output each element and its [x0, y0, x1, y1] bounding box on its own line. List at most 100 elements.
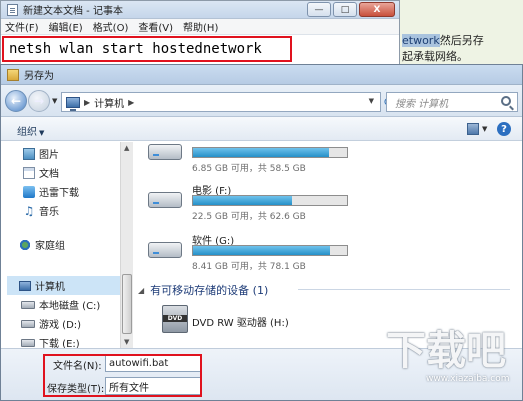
search-icon[interactable]: [501, 96, 511, 106]
drive-icon: [148, 144, 182, 160]
help-icon[interactable]: ?: [497, 122, 511, 136]
drive-item-g[interactable]: 软件 (G:) 8.41 GB 可用，共 78.1 GB: [148, 232, 388, 272]
notepad-titlebar[interactable]: 新建文本文档 - 记事本 — □ X: [1, 1, 399, 19]
computer-icon: [19, 280, 31, 291]
drive-icon: [21, 338, 35, 347]
documents-icon: [23, 166, 35, 179]
organize-button[interactable]: 组织 ▼: [17, 123, 44, 138]
navigation-scrollbar[interactable]: ▲ ▼: [120, 142, 133, 348]
breadcrumb-chevron-icon[interactable]: ▶: [128, 98, 134, 107]
nav-item-label: 计算机: [35, 282, 65, 293]
watermark-glyph: 下: [386, 327, 426, 374]
dvd-drive-name[interactable]: DVD RW 驱动器 (H:): [192, 314, 289, 329]
menu-view[interactable]: 查看(V): [138, 19, 173, 34]
dialog-titlebar[interactable]: 另存为: [1, 65, 522, 85]
watermark-url: www.xiazaiba.com: [426, 374, 510, 384]
section-divider: [298, 289, 518, 290]
drive-usage-bar: [192, 147, 348, 158]
nav-item-label: 图片: [39, 150, 59, 161]
search-placeholder: 搜索 计算机: [395, 98, 449, 110]
nav-item-pictures[interactable]: 图片: [23, 146, 59, 161]
nav-item-label: 游戏 (D:): [39, 320, 82, 331]
drive-icon: [148, 192, 182, 208]
site-watermark-logo: 下 载 吧 www.xiazaiba.com: [386, 318, 516, 394]
navigation-pane: 图片 文档 迅雷下载 ♫ 音乐 家庭组 计算机 本地磁盘 (C:) 游戏 (D:: [1, 142, 133, 348]
nav-item-label: 家庭组: [35, 241, 65, 252]
drive-usage-fill: [193, 196, 292, 205]
drive-icon: [21, 319, 35, 328]
music-icon: ♫: [23, 203, 35, 218]
breadcrumb-chevron-icon[interactable]: ▶: [84, 98, 90, 107]
scroll-up-icon[interactable]: ▲: [124, 144, 129, 152]
nav-item-music[interactable]: ♫ 音乐: [23, 203, 59, 219]
article-highlight: etwork: [402, 34, 440, 47]
drive-usage-bar: [192, 245, 348, 256]
watermark-glyph: 载: [426, 327, 466, 374]
notepad-window-buttons: — □ X: [307, 2, 395, 17]
organize-dropdown-icon: ▼: [39, 129, 45, 137]
address-bar-row: ← → ▼ ▶ 计算机 ▶ ▼ ⟳ 搜索 计算机: [1, 85, 522, 117]
menu-help[interactable]: 帮助(H): [183, 19, 218, 34]
minimize-button[interactable]: —: [307, 2, 331, 17]
removable-storage-label: 有可移动存储的设备 (1): [150, 284, 269, 297]
download-folder-icon: [23, 185, 35, 198]
drive-icon: [21, 300, 35, 309]
highlight-box-filename: [43, 354, 202, 397]
drive-usage-fill: [193, 148, 329, 157]
article-text-line2: 起承载网络。: [402, 50, 468, 63]
search-input[interactable]: 搜索 计算机: [386, 92, 518, 112]
nav-item-thunder-downloads[interactable]: 迅雷下载: [23, 184, 79, 199]
dialog-title: 另存为: [24, 71, 54, 82]
dvd-icon-label: DVD: [163, 315, 187, 322]
nav-item-documents[interactable]: 文档: [23, 165, 59, 180]
drive-usage-fill: [193, 246, 331, 255]
nav-item-drive-d[interactable]: 游戏 (D:): [21, 316, 81, 331]
menu-format[interactable]: 格式(O): [93, 19, 129, 34]
nav-item-label: 音乐: [39, 207, 59, 218]
drive-free-space: 22.5 GB 可用，共 62.6 GB: [192, 212, 306, 222]
forward-button[interactable]: →: [28, 90, 50, 112]
drive-usage-bar: [192, 195, 348, 206]
nav-item-computer[interactable]: 计算机: [7, 276, 120, 295]
breadcrumb-computer[interactable]: 计算机: [94, 95, 124, 110]
notepad-icon: [7, 3, 18, 16]
close-button[interactable]: X: [359, 2, 395, 17]
article-text-rest: 然后另存: [439, 34, 484, 47]
menu-edit[interactable]: 编辑(E): [49, 19, 83, 34]
nav-item-homegroup[interactable]: 家庭组: [19, 237, 65, 252]
nav-item-drive-c[interactable]: 本地磁盘 (C:): [21, 297, 100, 312]
removable-storage-header[interactable]: ◢ 有可移动存储的设备 (1): [138, 282, 518, 298]
pictures-icon: [23, 147, 35, 160]
back-button[interactable]: ←: [5, 90, 27, 112]
nav-item-label: 迅雷下载: [39, 188, 79, 199]
nav-item-label: 文档: [39, 169, 59, 180]
drive-free-space: 8.41 GB 可用，共 78.1 GB: [192, 262, 306, 272]
drive-free-space: 6.85 GB 可用，共 58.5 GB: [192, 164, 306, 174]
notepad-menubar: 文件(F) 编辑(E) 格式(O) 查看(V) 帮助(H): [1, 19, 399, 35]
drive-item-f[interactable]: 电影 (F:) 22.5 GB 可用，共 62.6 GB: [148, 182, 388, 222]
history-dropdown-icon[interactable]: ▼: [52, 97, 57, 105]
collapse-icon[interactable]: ◢: [138, 286, 144, 295]
notepad-title: 新建文本文档 - 记事本: [23, 6, 123, 17]
computer-icon: [66, 96, 80, 111]
watermark-glyph: 吧: [466, 327, 506, 374]
dvd-drive-icon: DVD: [162, 305, 188, 333]
article-text-line1: etwork然后另存: [402, 32, 484, 48]
menu-file[interactable]: 文件(F): [5, 19, 39, 34]
view-dropdown-icon[interactable]: ▼: [482, 125, 487, 133]
address-dropdown-icon[interactable]: ▼: [369, 97, 374, 105]
nav-item-drive-e[interactable]: 下载 (E:): [21, 335, 80, 348]
organize-label: 组织: [17, 127, 37, 138]
highlight-box-command: [2, 36, 292, 62]
address-bar[interactable]: ▶ 计算机 ▶ ▼: [61, 92, 381, 112]
maximize-button[interactable]: □: [333, 2, 357, 17]
drive-icon: [148, 242, 182, 258]
scroll-down-icon[interactable]: ▼: [124, 338, 129, 346]
homegroup-icon: [19, 238, 31, 251]
nav-item-label: 下载 (E:): [39, 339, 80, 348]
change-view-icon[interactable]: [467, 123, 479, 135]
scrollbar-thumb[interactable]: [122, 274, 132, 334]
drive-item[interactable]: 6.85 GB 可用，共 58.5 GB: [148, 134, 388, 174]
save-dialog-icon: [7, 68, 19, 81]
nav-item-label: 本地磁盘 (C:): [39, 301, 101, 312]
